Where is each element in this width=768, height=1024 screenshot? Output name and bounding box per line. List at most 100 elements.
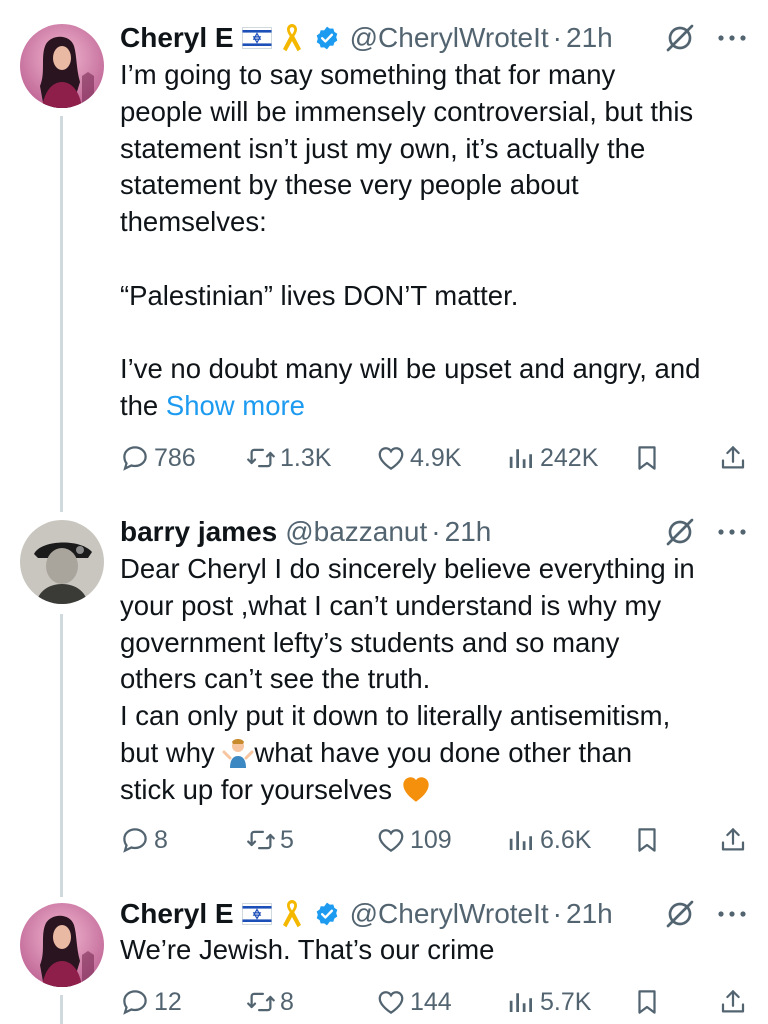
reply-button[interactable]: 786 (120, 438, 196, 478)
share-button[interactable] (718, 820, 752, 860)
bookmark-button[interactable] (632, 982, 666, 1022)
timestamp[interactable]: 21h (566, 22, 613, 54)
display-name[interactable]: Cheryl E (120, 22, 234, 54)
grok-icon[interactable] (664, 898, 696, 930)
grok-icon[interactable] (664, 516, 696, 548)
text-line: I’m going to say something that for many (120, 59, 616, 90)
text-fragment: the (120, 390, 166, 422)
repost-button[interactable]: 1.3K (246, 438, 331, 478)
text-line: your post ,what I can’t understand is wh… (120, 589, 662, 621)
more-options-icon[interactable] (716, 33, 748, 43)
view-count: 6.6K (540, 825, 592, 854)
user-handle[interactable]: @CherylWroteIt (350, 898, 549, 930)
reply-button[interactable]: 8 (120, 820, 168, 860)
text-line: themselves: (120, 206, 267, 238)
reply-button[interactable]: 12 (120, 982, 182, 1022)
like-count: 109 (410, 825, 452, 854)
text-line: people will be immensely controversial, … (120, 95, 694, 127)
show-more-link[interactable]: Show more (166, 390, 305, 421)
grok-icon[interactable] (664, 22, 696, 54)
view-count: 5.7K (540, 987, 592, 1016)
repost-icon (246, 443, 276, 473)
verified-badge-icon[interactable] (314, 25, 340, 51)
repost-count: 1.3K (280, 443, 332, 472)
tweet-text: Dear Cheryl I do sincerely believe every… (120, 551, 746, 809)
heart-icon (376, 825, 406, 855)
text-line: I’ve no doubt many will be upset and ang… (120, 353, 701, 385)
more-options-icon[interactable] (716, 909, 748, 919)
text-line (120, 315, 746, 352)
text-line: government lefty’s students and so many (120, 626, 620, 658)
share-icon (718, 825, 748, 855)
share-icon (718, 443, 748, 473)
repost-count: 8 (280, 987, 294, 1016)
repost-count: 5 (280, 825, 294, 854)
share-button[interactable] (718, 438, 752, 478)
display-name[interactable]: barry james (120, 516, 277, 548)
like-count: 144 (410, 987, 452, 1016)
separator-dot: · (431, 516, 441, 547)
bookmark-button[interactable] (632, 438, 666, 478)
text-line: stick up for yourselves (120, 772, 746, 809)
thread-line (60, 614, 63, 885)
tweet-text: We’re Jewish. That’s our crime (120, 932, 746, 969)
person-shrugging-emoji (222, 738, 254, 768)
like-button[interactable]: 109 (376, 820, 452, 860)
views-button[interactable]: 5.7K (506, 982, 591, 1022)
action-bar: 8 5 109 6.6K (120, 820, 748, 860)
user-handle[interactable]: @CherylWroteIt (350, 22, 549, 54)
text-line: I can only put it down to literally anti… (120, 700, 671, 732)
share-icon (718, 987, 748, 1017)
reply-count: 12 (154, 987, 182, 1016)
views-icon (506, 825, 536, 855)
views-icon (506, 443, 536, 473)
repost-icon (246, 987, 276, 1017)
views-button[interactable]: 6.6K (506, 820, 591, 860)
text-fragment: stick up for yourselves (120, 773, 400, 805)
text-line: “Palestinian” lives DON’T matter. (120, 279, 519, 311)
text-line: but why what have you done other than (120, 735, 746, 772)
text-fragment: but why (120, 736, 223, 768)
thread-line (60, 490, 63, 512)
reply-count: 8 (154, 825, 168, 854)
repost-button[interactable]: 5 (246, 820, 294, 860)
bookmark-icon (632, 443, 662, 473)
separator-dot: · (552, 898, 562, 929)
tweet-2[interactable]: barry james @bazzanut · 21h Dear Cheryl … (0, 490, 768, 885)
user-handle[interactable]: @bazzanut (285, 516, 427, 548)
more-options-icon[interactable] (716, 527, 748, 537)
text-line: others can’t see the truth. (120, 663, 431, 695)
reply-icon (120, 825, 150, 855)
views-icon (506, 987, 536, 1017)
verified-badge-icon[interactable] (314, 901, 340, 927)
tweet-header: Cheryl E @CherylWroteIt · 21h (120, 894, 748, 934)
tweet-text: I’m going to say something that for many… (120, 57, 746, 425)
avatar[interactable] (20, 520, 104, 604)
repost-button[interactable]: 8 (246, 982, 294, 1022)
timestamp[interactable]: 21h (566, 898, 613, 930)
action-bar: 12 8 144 5.7K (120, 982, 748, 1022)
reply-count: 786 (154, 443, 196, 472)
thread-line (60, 116, 63, 490)
text-line: Dear Cheryl I do sincerely believe every… (120, 553, 695, 584)
avatar[interactable] (20, 24, 104, 108)
tweet-1[interactable]: Cheryl E @CherylWroteIt · 21h I’m going … (0, 0, 768, 490)
like-button[interactable]: 144 (376, 982, 452, 1022)
tweet-3[interactable]: Cheryl E @CherylWroteIt · 21h We’re Jewi… (0, 885, 768, 1024)
bookmark-icon (632, 825, 662, 855)
repost-icon (246, 825, 276, 855)
view-count: 242K (540, 443, 599, 472)
like-button[interactable]: 4.9K (376, 438, 461, 478)
like-count: 4.9K (410, 443, 462, 472)
text-line: We’re Jewish. That’s our crime (120, 934, 495, 965)
display-name[interactable]: Cheryl E (120, 898, 234, 930)
bookmark-button[interactable] (632, 820, 666, 860)
timestamp[interactable]: 21h (445, 516, 492, 548)
heart-icon (376, 987, 406, 1017)
avatar[interactable] (20, 903, 104, 987)
share-button[interactable] (718, 982, 752, 1022)
text-line (120, 241, 746, 278)
views-button[interactable]: 242K (506, 438, 598, 478)
text-line: statement isn’t just my own, it’s actual… (120, 132, 646, 164)
text-line: the Show more (120, 388, 746, 425)
